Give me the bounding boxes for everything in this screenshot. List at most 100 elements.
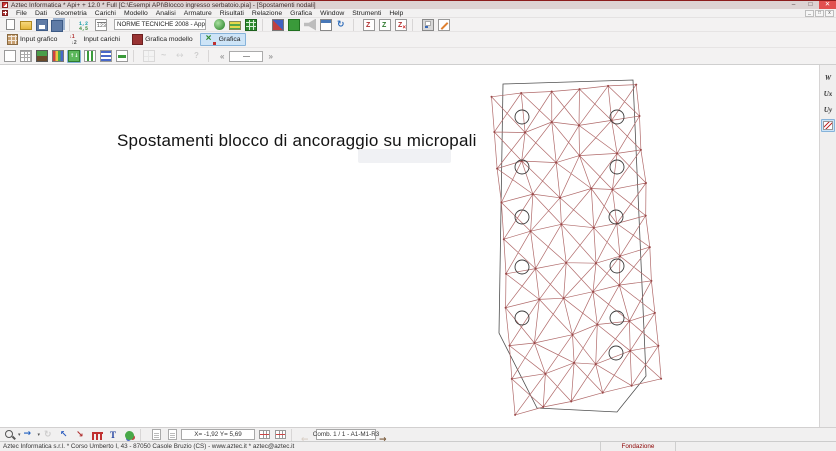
open-file-button[interactable] [19,18,33,31]
pinwheel-button[interactable] [271,18,285,31]
table-button[interactable] [142,50,156,63]
text-tool-button[interactable]: T [106,428,120,441]
grafica-button[interactable]: Grafica [200,33,246,46]
bottom-toolbar: ▾ ▾ T X= -1,92 Y= 5,69 Comb. 1 / 1 - A1-… [0,427,836,441]
mdi-document-icon [2,10,8,16]
stacked-bars-button[interactable] [99,50,113,63]
menu-relazione[interactable]: Relazione [248,9,286,18]
menu-strumenti[interactable]: Strumenti [348,9,385,18]
norms-selector-value: NORME TECNICHE 2008 - Approccio 2 [117,21,206,28]
menu-window[interactable]: Window [316,9,348,18]
mdi-close-button[interactable]: x [825,10,834,17]
blank-view-icon [4,50,16,62]
mdi-minimize-button[interactable]: _ [805,10,814,17]
dimension-button[interactable] [174,50,188,63]
separator [208,50,213,62]
mesh-view-button[interactable] [19,50,33,63]
menu-modello[interactable]: Modello [120,9,152,18]
page-field[interactable]: — [229,51,263,62]
rotate-tool-button[interactable] [42,428,56,441]
table-small-button-1[interactable] [257,428,271,441]
refresh-icon [336,19,348,31]
mdi-restore-button[interactable]: □ [815,10,824,17]
print-button[interactable] [421,18,435,31]
new-file-button[interactable] [3,18,17,31]
menu-geometria[interactable]: Geometria [51,9,91,18]
units-button[interactable] [94,18,108,31]
input-grafico-button[interactable]: Input grafico [2,33,62,46]
colormap-view-button[interactable] [51,50,65,63]
soil-layers-button[interactable] [228,18,242,31]
table-small-button-2[interactable] [273,428,287,441]
zoom-dropdown-caret[interactable]: ▾ [18,432,21,438]
select-tool-button[interactable] [58,428,72,441]
input-carichi-label: Input carichi [83,36,120,43]
sound-button[interactable] [303,18,317,31]
pan-dropdown-caret[interactable]: ▾ [38,432,41,438]
comb-tool-button[interactable] [90,428,104,441]
prev-combination-button[interactable] [300,428,314,441]
separator [412,19,417,31]
curve-button[interactable] [158,50,172,63]
export-window-button[interactable] [319,18,333,31]
input-carichi-button[interactable]: Input carichi [64,33,125,46]
menu-risultati[interactable]: Risultati [216,9,248,18]
refresh-button[interactable] [335,18,349,31]
snapshot-button[interactable] [149,428,163,441]
help-icon [191,50,203,62]
pan-arrow-icon [24,429,36,441]
next-page-button[interactable]: » [265,50,275,63]
export-z-green-button[interactable] [378,18,392,31]
menu-armature[interactable]: Armature [180,9,216,18]
views-toolbar: Input grafico Input carichi Grafica mode… [0,32,836,48]
legend-bar-button[interactable] [115,50,129,63]
deformed-shape-button[interactable] [821,119,835,132]
menu-help[interactable]: Help [385,9,407,18]
save-all-button[interactable] [51,18,65,31]
piles-view-button[interactable] [83,50,97,63]
next-combination-button[interactable] [378,428,392,441]
table-icon [143,50,155,62]
material-button[interactable] [287,18,301,31]
results-grid-button[interactable] [244,18,258,31]
export-window-icon [320,19,332,31]
export-z-delete-button[interactable] [394,18,408,31]
render-tool-button[interactable] [122,428,136,441]
pan-tool-button[interactable] [23,428,37,441]
norms-selector[interactable]: NORME TECNICHE 2008 - Approccio 2 ▾ [114,19,206,30]
module-name: Fondazione [600,442,676,451]
help-button[interactable] [190,50,204,63]
coordinates-readout: X= -1,92 Y= 5,69 [181,429,255,440]
graphics-toolbar: « — » [0,48,836,65]
menu-grafica[interactable]: Grafica [286,9,316,18]
grafica-modello-button[interactable]: Grafica modello [127,33,198,46]
copy-page-button[interactable] [165,428,179,441]
dart-tool-button[interactable] [74,428,88,441]
ux-component-button[interactable]: Ux [821,87,835,100]
export-z-button[interactable] [362,18,376,31]
arrow-right-icon [379,429,391,441]
layers-view-button[interactable] [35,50,49,63]
prev-page-button[interactable]: « [217,50,227,63]
save-button[interactable] [35,18,49,31]
uy-component-button[interactable]: Uy [821,103,835,116]
analysis-button[interactable] [212,18,226,31]
menu-dati[interactable]: Dati [31,9,51,18]
drawing-canvas[interactable]: Spostamenti blocco di ancoraggio su micr… [0,65,819,427]
analysis-sphere-icon [214,19,225,30]
menu-carichi[interactable]: Carichi [91,9,120,18]
main-toolbar: NORME TECNICHE 2008 - Approccio 2 ▾ [0,18,836,32]
model-graphics-icon [132,34,143,45]
edit-report-button[interactable] [437,18,451,31]
results-grid-icon [245,19,257,31]
magnifier-icon [4,429,16,441]
w-component-button[interactable]: W [821,71,835,84]
mini-table-icon [275,430,286,439]
displacement-view-button[interactable] [67,50,81,63]
menu-file[interactable]: File [12,9,31,18]
separator [69,19,74,31]
menu-analisi[interactable]: Analisi [152,9,180,18]
import-values-button[interactable] [78,18,92,31]
zoom-tool-button[interactable] [3,428,17,441]
blank-view-button[interactable] [3,50,17,63]
